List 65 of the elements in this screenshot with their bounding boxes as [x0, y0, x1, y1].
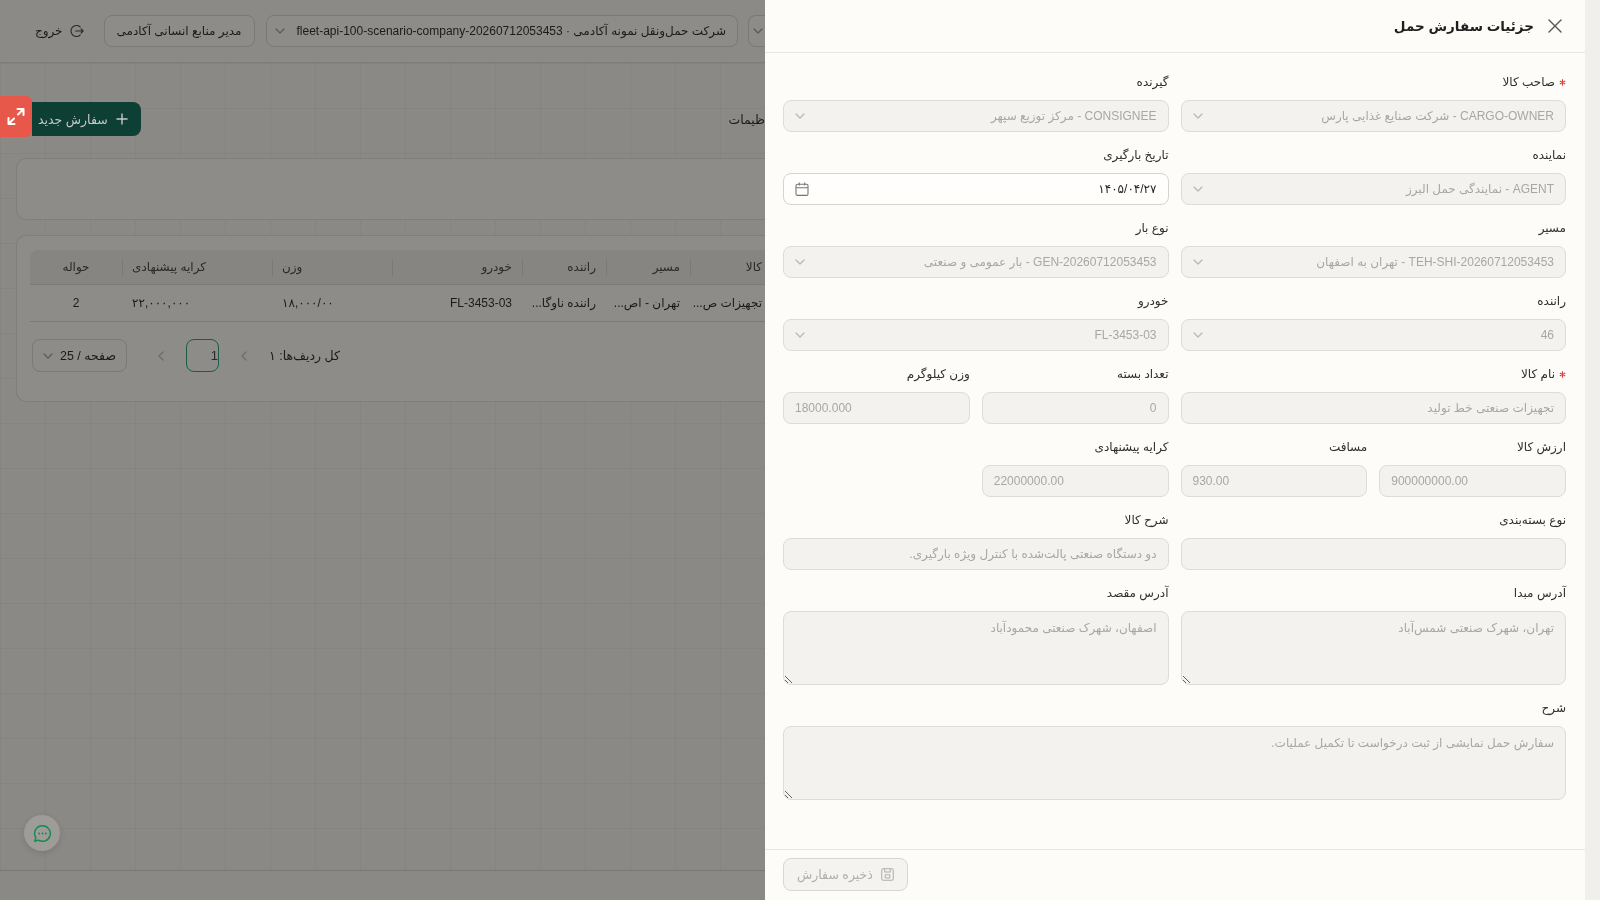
- chevron-down-icon: [1192, 113, 1203, 119]
- expand-icon[interactable]: [0, 96, 32, 137]
- table-cell-text: ۲۲,۰۰۰,۰۰۰: [131, 295, 192, 312]
- chat-icon: [32, 823, 52, 843]
- chevron-down-icon: [1192, 332, 1203, 338]
- chevron-down-icon: [795, 113, 805, 119]
- field-label: آدرس مبدا: [1513, 584, 1566, 603]
- chat-button[interactable]: [24, 815, 60, 851]
- chevron-left-icon: [158, 350, 164, 361]
- chevron-left-icon: [241, 350, 247, 361]
- field-label: وزن کیلوگرم: [906, 366, 970, 384]
- date-field[interactable]: ۱۴۰۵/۰۴/۲۷: [783, 173, 1169, 205]
- close-button[interactable]: [1548, 19, 1562, 33]
- page-button[interactable]: 1: [186, 339, 219, 372]
- field-label: مسافت: [1328, 439, 1368, 456]
- chevron-down-icon: [274, 28, 285, 34]
- chevron-down-icon: [753, 28, 763, 34]
- role-button[interactable]: مدیر منابع انسانی آکادمی: [103, 15, 255, 47]
- drawer-title: جزئیات سفارش حمل: [1393, 18, 1534, 34]
- chevron-down-icon: [1192, 186, 1203, 192]
- field-label: صاحب کالا: [1502, 74, 1555, 91]
- table-cell-text: تهران - اص...: [612, 295, 681, 313]
- field-label: شرح کالا: [1124, 512, 1169, 529]
- calendar-icon: [795, 182, 809, 196]
- chevron-down-icon: [795, 259, 805, 265]
- field-label: نوع بسته‌بندی: [1499, 512, 1566, 530]
- field-label: تاریخ بارگیری: [1103, 147, 1169, 165]
- dropdown-field[interactable]: [748, 15, 765, 47]
- table-cell-text: FL-3453-03: [448, 295, 513, 312]
- field-label: گیرنده: [1136, 74, 1169, 92]
- field-label: تعداد بسته: [1116, 366, 1169, 383]
- field-label: خودرو: [1137, 293, 1169, 310]
- field-label: راننده: [1537, 293, 1566, 310]
- chevron-down-icon: [43, 352, 53, 359]
- logout-button[interactable]: خروج: [34, 24, 84, 38]
- field-label: مسیر: [1538, 220, 1566, 237]
- chevron-down-icon: [1192, 259, 1203, 265]
- field-label: کرایه پیشنهادی: [1094, 439, 1169, 456]
- save-icon: [880, 868, 894, 881]
- table-cell-text: تجهیزات ص...: [691, 295, 763, 313]
- table-cell-text: راننده ناوگا...: [530, 295, 597, 312]
- new-order-button[interactable]: سفارش جدید: [32, 102, 141, 136]
- table-cell-text: 2: [71, 295, 81, 312]
- total-rows-text: کل ردیف‌ها: ۱: [269, 348, 340, 363]
- company-select[interactable]: شرکت حمل‌ونقل نمونه آکادمی · fleet-api-100-scenario-company-20260712053453: [265, 15, 738, 47]
- chevron-down-icon: [795, 332, 805, 338]
- field-label: آدرس مقصد: [1106, 584, 1169, 603]
- field-label: نماینده: [1532, 147, 1566, 164]
- logout-icon: [69, 24, 84, 38]
- close-icon: [1548, 19, 1562, 33]
- table-cell-text: ۱۸,۰۰۰/۰۰: [281, 295, 335, 312]
- column-header: حواله: [61, 259, 91, 276]
- column-header: وزن: [272, 250, 392, 284]
- column-header: مسیر: [606, 250, 690, 284]
- field-label: نام کالا: [1521, 366, 1555, 383]
- column-header: کرایه پیشنهادی: [122, 250, 272, 284]
- page-size-select[interactable]: 25 / صفحه: [32, 339, 127, 372]
- column-header: خودرو: [392, 250, 522, 284]
- column-header: کالا: [690, 250, 765, 284]
- column-header: راننده: [522, 250, 606, 284]
- field-label: شرح: [1541, 700, 1566, 717]
- field-label: نوع بار: [1135, 220, 1169, 237]
- field-label: ارزش کالا: [1516, 439, 1566, 457]
- plus-icon: [115, 113, 128, 125]
- section-label: ظیمات: [728, 111, 765, 127]
